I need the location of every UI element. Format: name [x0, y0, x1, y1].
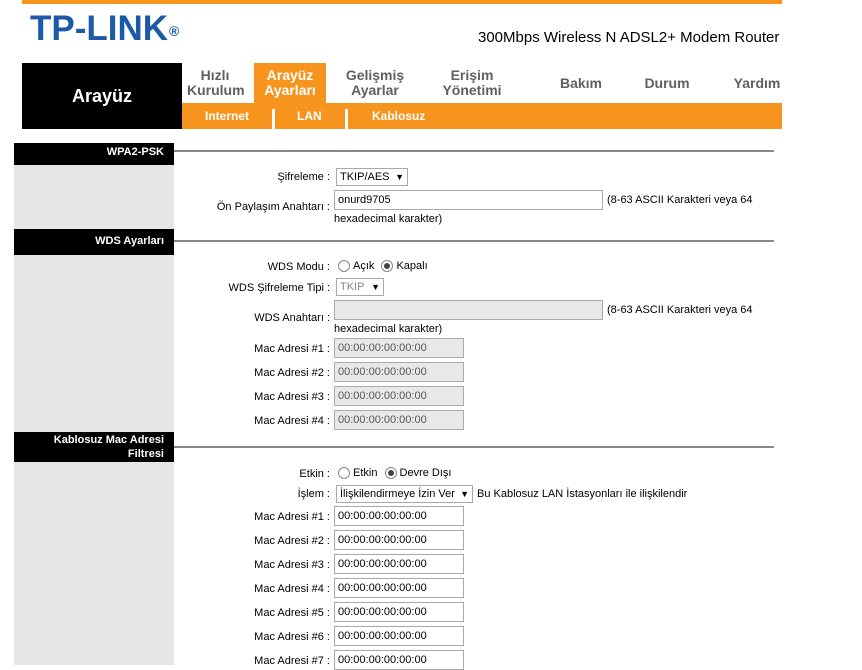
nav-advanced-settings[interactable]: Gelişmiş Ayarlar	[332, 63, 418, 103]
mac-filter-action-select[interactable]: İlişkilendirmeye İzin Ver ▼	[336, 485, 473, 503]
wds-mac4-label: Mac Adresi #4 :	[254, 415, 330, 427]
psk-note: (8-63 ASCII Karakteri veya 64	[607, 194, 753, 206]
mac-filter-on-label: Etkin	[353, 467, 378, 479]
wds-mac3-label: Mac Adresi #3 :	[254, 391, 330, 403]
mac-filter-mac1-label: Mac Adresi #1 :	[254, 511, 330, 523]
chevron-down-icon: ▼	[395, 172, 404, 182]
subnav-internet[interactable]: Internet	[205, 103, 249, 129]
nav-maintenance[interactable]: Bakım	[546, 63, 616, 103]
mac-filter-mac3-label: Mac Adresi #3 :	[254, 559, 330, 571]
section-divider	[174, 446, 774, 448]
wds-key-note: (8-63 ASCII Karakteri veya 64	[607, 304, 753, 316]
sub-nav: Internet LAN Kablosuz	[182, 103, 782, 129]
wds-mac2-label: Mac Adresi #2 :	[254, 367, 330, 379]
wds-mode-off-radio[interactable]	[381, 260, 394, 273]
wds-mode-label: WDS Modu :	[267, 261, 330, 273]
mac-filter-active-label: Etkin :	[299, 468, 330, 480]
mac-filter-mac6-label: Mac Adresi #6 :	[254, 631, 330, 643]
subnav-separator	[272, 109, 275, 129]
wds-enc-label: WDS Şifreleme Tipi :	[228, 282, 330, 294]
mac-filter-mac5-label: Mac Adresi #5 :	[254, 607, 330, 619]
wds-mac4-input[interactable]: 00:00:00:00:00:00	[334, 410, 464, 430]
chevron-down-icon: ▼	[371, 282, 380, 292]
psk-input[interactable]: onurd9705	[334, 190, 603, 210]
encryption-label: Şifreleme :	[277, 171, 330, 183]
section-divider	[174, 240, 774, 242]
wds-key-note-cont: hexadecimal karakter)	[334, 323, 443, 335]
wds-mac3-input[interactable]: 00:00:00:00:00:00	[334, 386, 464, 406]
wds-enc-select[interactable]: TKIP ▼	[336, 278, 384, 296]
main-nav: Hızlı Kurulum Arayüz Ayarları Gelişmiş A…	[182, 63, 782, 103]
model-name: 300Mbps Wireless N ADSL2+ Modem Router	[478, 29, 780, 46]
wds-mac1-input[interactable]: 00:00:00:00:00:00	[334, 338, 464, 358]
mac-filter-mac7-input[interactable]: 00:00:00:00:00:00	[334, 650, 464, 670]
mac-filter-off-radio[interactable]	[384, 467, 397, 480]
mac-filter-mac6-input[interactable]: 00:00:00:00:00:00	[334, 626, 464, 646]
section-divider	[174, 150, 774, 152]
mac-filter-mac1-input[interactable]: 00:00:00:00:00:00	[334, 506, 464, 526]
mac-filter-on-radio[interactable]	[338, 467, 350, 480]
tplink-logo: TP-LINK®	[30, 9, 180, 48]
psk-note-cont: hexadecimal karakter)	[334, 213, 443, 225]
wds-mode-radio-group: Açık Kapalı	[338, 260, 428, 273]
psk-label: Ön Paylaşım Anahtarı :	[216, 201, 330, 213]
mac-filter-action-label: İşlem :	[297, 488, 330, 500]
section-header-mac-filter: Kablosuz Mac Adresi Filtresi	[14, 432, 174, 462]
mac-filter-mac2-input[interactable]: 00:00:00:00:00:00	[334, 530, 464, 550]
nav-status[interactable]: Durum	[632, 63, 702, 103]
top-accent-bar	[22, 0, 782, 4]
wds-key-input[interactable]	[334, 300, 603, 320]
subnav-lan[interactable]: LAN	[297, 103, 322, 129]
mac-filter-off-label: Devre Dışı	[399, 467, 452, 479]
subnav-separator	[345, 109, 348, 129]
wds-mac1-label: Mac Adresi #1 :	[254, 343, 330, 355]
nav-access-management[interactable]: Erişim Yönetimi	[426, 63, 518, 103]
mac-filter-action-note: Bu Kablosuz LAN İstasyonları ile ilişkil…	[477, 488, 688, 500]
nav-help[interactable]: Yardım	[722, 63, 792, 103]
mac-filter-radio-group: Etkin Devre Dışı	[338, 467, 452, 480]
mac-filter-mac5-input[interactable]: 00:00:00:00:00:00	[334, 602, 464, 622]
mac-filter-mac4-input[interactable]: 00:00:00:00:00:00	[334, 578, 464, 598]
wds-mode-on-radio[interactable]	[338, 260, 350, 273]
section-header-wpa2psk: WPA2-PSK	[14, 143, 174, 165]
mac-filter-mac7-label: Mac Adresi #7 :	[254, 655, 330, 667]
mac-filter-mac2-label: Mac Adresi #2 :	[254, 535, 330, 547]
nav-interface-settings[interactable]: Arayüz Ayarları	[254, 63, 326, 103]
wds-mac2-input[interactable]: 00:00:00:00:00:00	[334, 362, 464, 382]
section-header-wds: WDS Ayarları	[14, 229, 174, 255]
chevron-down-icon: ▼	[460, 489, 469, 499]
subnav-wireless[interactable]: Kablosuz	[372, 103, 425, 129]
encryption-select[interactable]: TKIP/AES ▼	[336, 168, 408, 186]
mac-filter-mac3-input[interactable]: 00:00:00:00:00:00	[334, 554, 464, 574]
wds-mode-off-label: Kapalı	[396, 260, 428, 272]
mac-filter-mac4-label: Mac Adresi #4 :	[254, 583, 330, 595]
section-title: Arayüz	[22, 63, 182, 129]
wds-key-label: WDS Anahtarı :	[254, 312, 330, 324]
wds-mode-on-label: Açık	[353, 260, 375, 272]
nav-quick-setup[interactable]: Hızlı Kurulum	[182, 63, 248, 103]
